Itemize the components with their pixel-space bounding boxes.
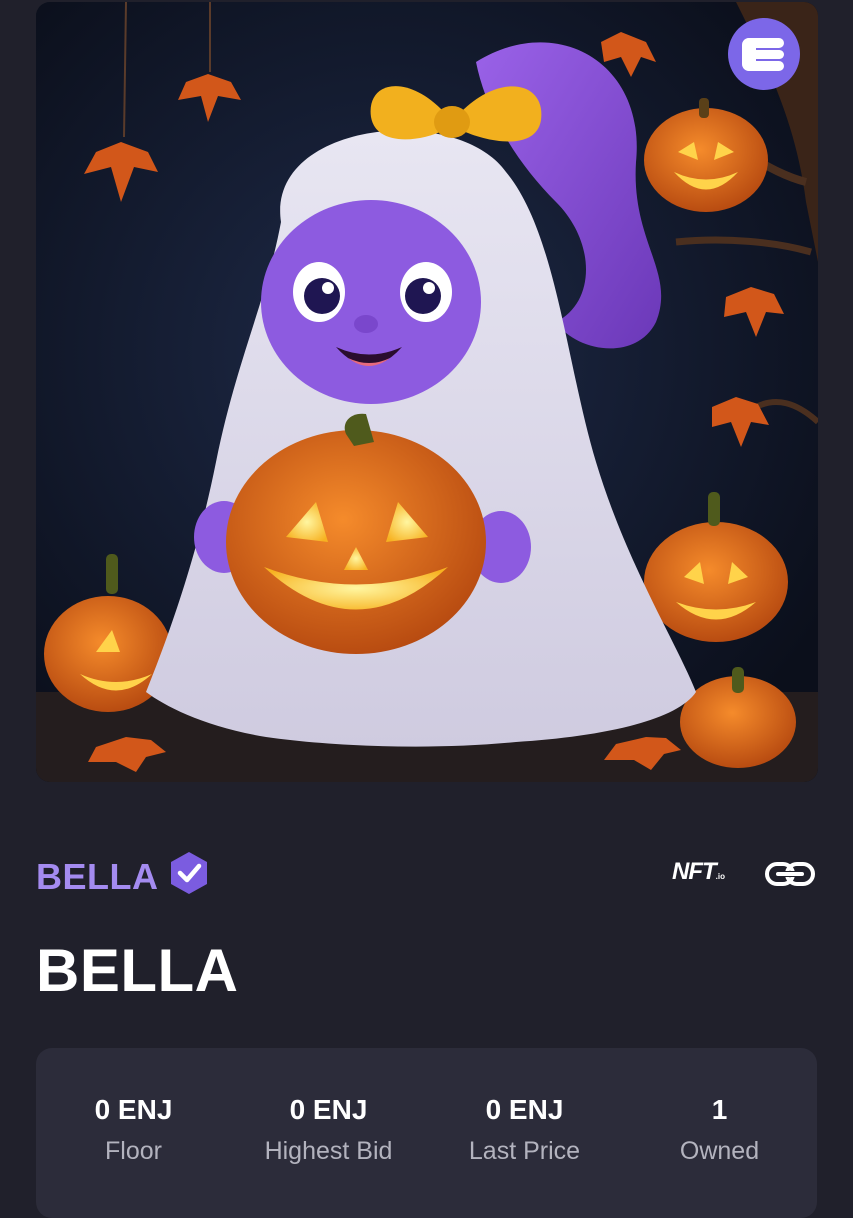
collection-row: BELLA NFT.io [36, 846, 816, 906]
token-title: BELLA [36, 937, 239, 1004]
stats-card: 0 ENJ Floor 0 ENJ Highest Bid 0 ENJ Last… [36, 1048, 817, 1218]
stat-label: Last Price [468, 1137, 581, 1165]
enjin-logo-icon [728, 18, 800, 90]
link-icon[interactable] [764, 854, 816, 894]
nftio-logo[interactable]: NFT.io [672, 858, 725, 886]
stat-value: 0 ENJ [289, 1094, 368, 1125]
stat-value: 0 ENJ [485, 1094, 564, 1125]
stat-value: 0 ENJ [94, 1094, 173, 1125]
collection-name[interactable]: BELLA [36, 856, 159, 898]
stat-last-price: 0 ENJ Last Price [427, 1094, 622, 1166]
verified-badge-icon [171, 852, 207, 894]
stat-value: 1 [711, 1094, 728, 1125]
stat-label: Floor [105, 1137, 162, 1165]
stat-floor: 0 ENJ Floor [36, 1094, 231, 1166]
stat-label: Owned [679, 1137, 760, 1165]
nft-image[interactable] [36, 2, 818, 782]
stat-label: Highest Bid [264, 1137, 393, 1165]
stat-owned: 1 Owned [622, 1094, 817, 1166]
stat-highest-bid: 0 ENJ Highest Bid [231, 1094, 426, 1166]
